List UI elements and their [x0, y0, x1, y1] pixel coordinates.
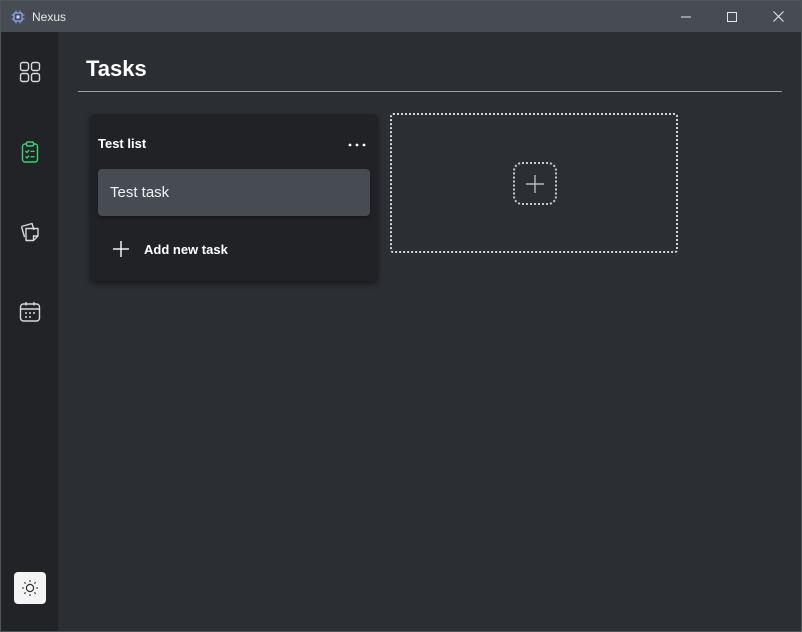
close-button[interactable] — [755, 1, 801, 32]
clipboard-checklist-icon — [21, 141, 39, 163]
minimize-button[interactable] — [663, 1, 709, 32]
task-item[interactable]: Test task — [98, 169, 370, 216]
list-options-button[interactable] — [346, 136, 368, 154]
task-label: Test task — [110, 184, 170, 201]
app-logo-icon — [10, 9, 26, 25]
close-icon — [772, 11, 784, 22]
list-title: Test list — [98, 136, 147, 151]
app-window: Nexus Tasks Test list Test task Add new … — [0, 0, 802, 632]
maximize-icon — [727, 11, 737, 22]
main-content: Tasks Test list Test task Add new task — [58, 32, 801, 631]
page-title: Tasks — [86, 56, 147, 81]
more-horizontal-icon — [348, 143, 366, 147]
calendar-icon — [19, 302, 41, 322]
sticky-notes-icon — [20, 222, 39, 242]
theme-toggle-button[interactable] — [14, 572, 46, 604]
plus-icon — [526, 174, 544, 193]
sun-icon — [22, 580, 38, 596]
nav-item-dashboard[interactable] — [14, 56, 46, 88]
window-controls — [663, 1, 801, 32]
title-bar[interactable]: Nexus — [1, 1, 801, 32]
nav-item-calendar[interactable] — [14, 296, 46, 328]
add-list-dropzone[interactable] — [390, 113, 678, 253]
minimize-icon — [681, 16, 691, 17]
title-divider — [78, 91, 782, 92]
sidebar — [1, 32, 58, 631]
plus-icon — [110, 238, 132, 260]
add-task-button[interactable]: Add new task — [110, 238, 228, 260]
nav-item-notes[interactable] — [14, 216, 46, 248]
grid-icon — [19, 61, 41, 83]
nav-item-tasks[interactable] — [14, 136, 46, 168]
task-list-card: Test list Test task Add new task — [90, 114, 378, 281]
window-title: Nexus — [32, 9, 67, 24]
add-list-button[interactable] — [513, 162, 557, 205]
add-task-label: Add new task — [144, 241, 228, 257]
maximize-button[interactable] — [709, 1, 755, 32]
